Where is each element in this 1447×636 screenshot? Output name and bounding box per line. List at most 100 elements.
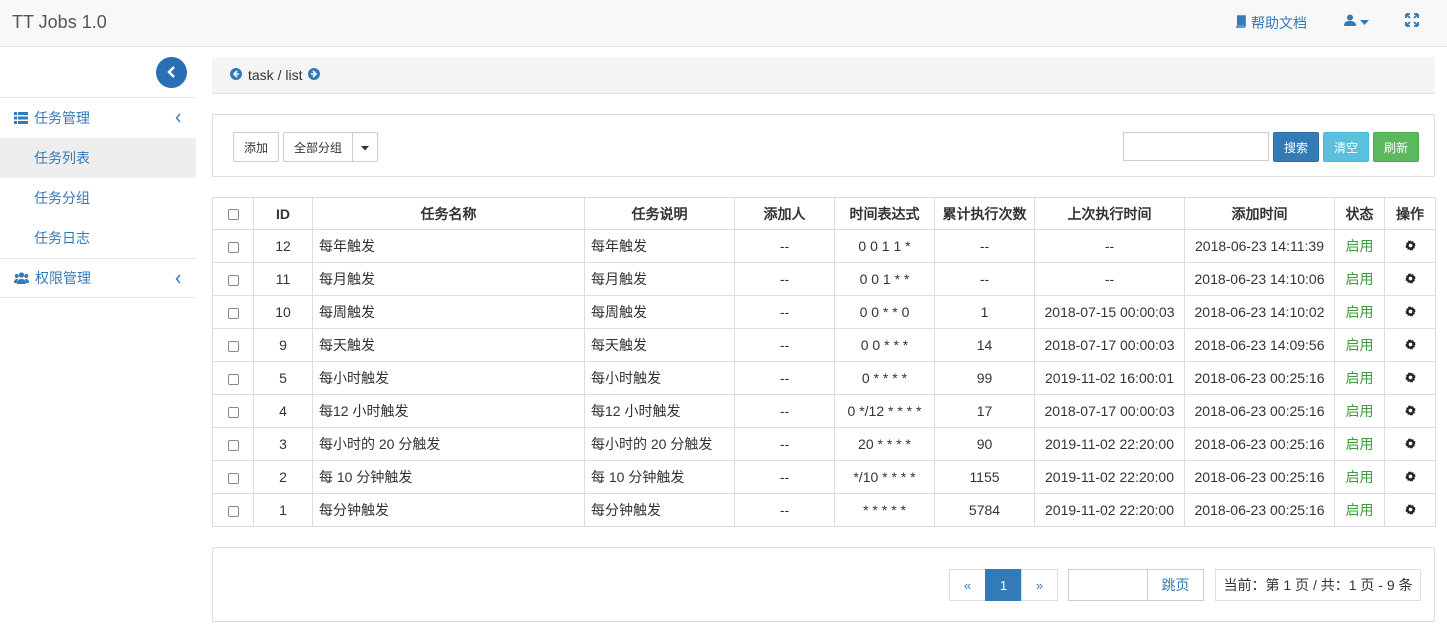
help-docs-link[interactable]: 帮助文档 <box>1235 13 1307 33</box>
col-header-desc[interactable]: 任务说明 <box>584 197 735 230</box>
row-checkbox[interactable] <box>212 262 254 296</box>
col-header-id[interactable]: ID <box>253 197 313 230</box>
cell-name: 每小时触发 <box>312 361 585 395</box>
col-header-status[interactable]: 状态 <box>1334 197 1385 230</box>
cell-cron: 0 * * * * <box>834 361 935 395</box>
group-dropdown-toggle[interactable] <box>352 132 378 162</box>
row-checkbox[interactable] <box>212 493 254 527</box>
select-all-checkbox[interactable] <box>212 197 254 230</box>
cell-count: -- <box>934 262 1035 296</box>
sidebar-collapse-button[interactable] <box>156 57 187 88</box>
row-checkbox[interactable] <box>212 460 254 494</box>
cell-id: 12 <box>253 229 313 263</box>
refresh-button[interactable]: 刷新 <box>1373 132 1419 162</box>
jump-page-button[interactable]: 跳页 <box>1148 569 1204 601</box>
cell-id: 5 <box>253 361 313 395</box>
fullscreen-button[interactable] <box>1405 13 1419 30</box>
status-badge[interactable]: 启用 <box>1334 427 1385 461</box>
gear-icon <box>1404 403 1416 419</box>
settings-button[interactable] <box>1384 328 1436 362</box>
cell-name: 每分钟触发 <box>312 493 585 527</box>
settings-button[interactable] <box>1384 361 1436 395</box>
sidebar-group-label: 权限管理 <box>35 270 91 286</box>
sidebar-toggle-row <box>0 48 196 98</box>
col-header-adder[interactable]: 添加人 <box>734 197 835 230</box>
status-badge[interactable]: 启用 <box>1334 394 1385 428</box>
col-header-last-run[interactable]: 上次执行时间 <box>1034 197 1185 230</box>
cell-count: -- <box>934 229 1035 263</box>
cell-adder: -- <box>734 229 835 263</box>
row-checkbox[interactable] <box>212 295 254 329</box>
row-checkbox[interactable] <box>212 229 254 263</box>
user-menu[interactable] <box>1344 13 1369 29</box>
row-checkbox[interactable] <box>212 394 254 428</box>
sidebar-group-permission-management[interactable]: 权限管理 <box>0 258 196 298</box>
jump-page-input[interactable] <box>1068 569 1148 601</box>
sidebar-item-task-list[interactable]: 任务列表 <box>0 138 196 178</box>
list-icon <box>14 112 28 124</box>
status-badge[interactable]: 启用 <box>1334 295 1385 329</box>
cell-added: 2018-06-23 00:25:16 <box>1184 427 1335 461</box>
cell-desc: 每月触发 <box>584 262 735 296</box>
sidebar-item-task-group[interactable]: 任务分组 <box>0 178 196 218</box>
cell-last-run: 2019-11-02 22:20:00 <box>1034 460 1185 494</box>
gear-icon <box>1404 469 1416 485</box>
cell-added: 2018-06-23 14:11:39 <box>1184 229 1335 263</box>
settings-button[interactable] <box>1384 427 1436 461</box>
settings-button[interactable] <box>1384 295 1436 329</box>
cell-added: 2018-06-23 14:10:02 <box>1184 295 1335 329</box>
group-select[interactable]: 全部分组 <box>283 132 353 162</box>
cell-count: 1155 <box>934 460 1035 494</box>
cell-last-run: 2019-11-02 22:20:00 <box>1034 493 1185 527</box>
table-row: 5 每小时触发 每小时触发 -- 0 * * * * 99 2019-11-02 16:00… <box>212 361 1436 395</box>
caret-down-icon <box>1360 13 1369 29</box>
clear-button[interactable]: 清空 <box>1323 132 1369 162</box>
breadcrumb-text: task / list <box>248 67 303 83</box>
app-brand[interactable]: TT Jobs 1.0 <box>12 12 107 33</box>
col-header-added[interactable]: 添加时间 <box>1184 197 1335 230</box>
back-arrow-icon[interactable] <box>230 67 242 83</box>
cell-adder: -- <box>734 361 835 395</box>
settings-button[interactable] <box>1384 460 1436 494</box>
sidebar: 任务管理 任务列表 任务分组 任务日志 权限管理 <box>0 48 197 636</box>
breadcrumb: task / list <box>212 57 1435 94</box>
cell-adder: -- <box>734 427 835 461</box>
prev-page-button[interactable]: « <box>949 569 986 601</box>
status-badge[interactable]: 启用 <box>1334 493 1385 527</box>
search-button[interactable]: 搜索 <box>1273 132 1319 162</box>
table-row: 10 每周触发 每周触发 -- 0 0 * * 0 1 2018-07-15 00:00:0… <box>212 295 1436 329</box>
status-badge[interactable]: 启用 <box>1334 328 1385 362</box>
search-input[interactable] <box>1123 132 1269 161</box>
cell-adder: -- <box>734 460 835 494</box>
status-badge[interactable]: 启用 <box>1334 361 1385 395</box>
add-button[interactable]: 添加 <box>233 132 279 162</box>
sidebar-item-task-log[interactable]: 任务日志 <box>0 218 196 258</box>
settings-button[interactable] <box>1384 394 1436 428</box>
cell-id: 1 <box>253 493 313 527</box>
cell-name: 每小时的 20 分触发 <box>312 427 585 461</box>
page-button-current[interactable]: 1 <box>985 569 1022 601</box>
status-badge[interactable]: 启用 <box>1334 229 1385 263</box>
page-info: 当前：第 1 页 / 共：1 页 - 9 条 <box>1215 569 1421 601</box>
row-checkbox[interactable] <box>212 328 254 362</box>
row-checkbox[interactable] <box>212 427 254 461</box>
cell-last-run: -- <box>1034 262 1185 296</box>
col-header-count[interactable]: 累计执行次数 <box>934 197 1035 230</box>
status-badge[interactable]: 启用 <box>1334 262 1385 296</box>
cell-added: 2018-06-23 14:09:56 <box>1184 328 1335 362</box>
status-badge[interactable]: 启用 <box>1334 460 1385 494</box>
settings-button[interactable] <box>1384 229 1436 263</box>
forward-arrow-icon[interactable] <box>308 67 321 83</box>
settings-button[interactable] <box>1384 493 1436 527</box>
chevron-left-icon <box>175 271 182 287</box>
cell-added: 2018-06-23 00:25:16 <box>1184 394 1335 428</box>
settings-button[interactable] <box>1384 262 1436 296</box>
col-header-cron[interactable]: 时间表达式 <box>834 197 935 230</box>
sidebar-group-task-management[interactable]: 任务管理 <box>0 98 196 138</box>
row-checkbox[interactable] <box>212 361 254 395</box>
next-page-button[interactable]: » <box>1021 569 1058 601</box>
task-table: ID 任务名称 任务说明 添加人 时间表达式 累计执行次数 上次执行时间 添加时… <box>212 197 1436 527</box>
col-header-name[interactable]: 任务名称 <box>312 197 585 230</box>
cell-desc: 每 10 分钟触发 <box>584 460 735 494</box>
cell-cron: 0 0 1 1 * <box>834 229 935 263</box>
